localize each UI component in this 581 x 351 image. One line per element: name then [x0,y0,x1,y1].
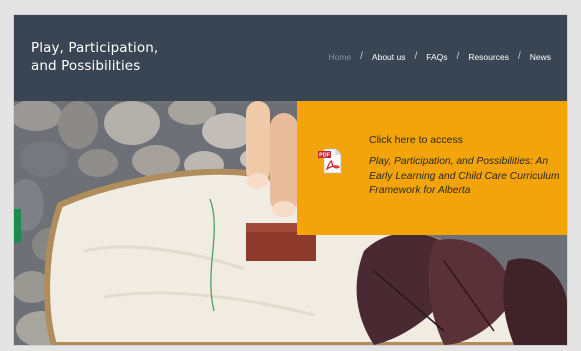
nav-separator: / [360,51,363,62]
site-title[interactable]: Play, Participation, and Possibilities [31,39,231,75]
site-header: Play, Participation, and Possibilities H… [14,15,567,101]
pdf-badge-label: PDF [319,153,330,159]
screenshot-frame: Play, Participation, and Possibilities H… [0,0,581,351]
nav-item-about-us[interactable]: About us [372,52,406,62]
green-crayon [14,209,21,243]
site-title-line-2: and Possibilities [31,58,141,74]
framework-download-link[interactable]: PDF Click here to access Play, Participa… [297,101,567,235]
site-title-line-1: Play, Participation, [31,40,159,56]
nav-separator: / [414,51,418,62]
nav-item-resources[interactable]: Resources [468,52,509,62]
nav-item-home[interactable]: Home [328,52,351,62]
web-page: Play, Participation, and Possibilities H… [14,15,567,345]
pdf-file-icon: PDF [318,148,342,174]
nav-separator: / [517,51,521,62]
framework-document-title: Play, Participation, and Possibilities: … [369,156,560,196]
main-navigation: Home / About us / FAQs / Resources / New… [328,51,551,62]
nav-separator: / [456,51,460,62]
nav-item-faqs[interactable]: FAQs [426,52,447,62]
nav-item-news[interactable]: News [530,52,551,62]
cta-lead-text: Click here to access [369,134,463,146]
